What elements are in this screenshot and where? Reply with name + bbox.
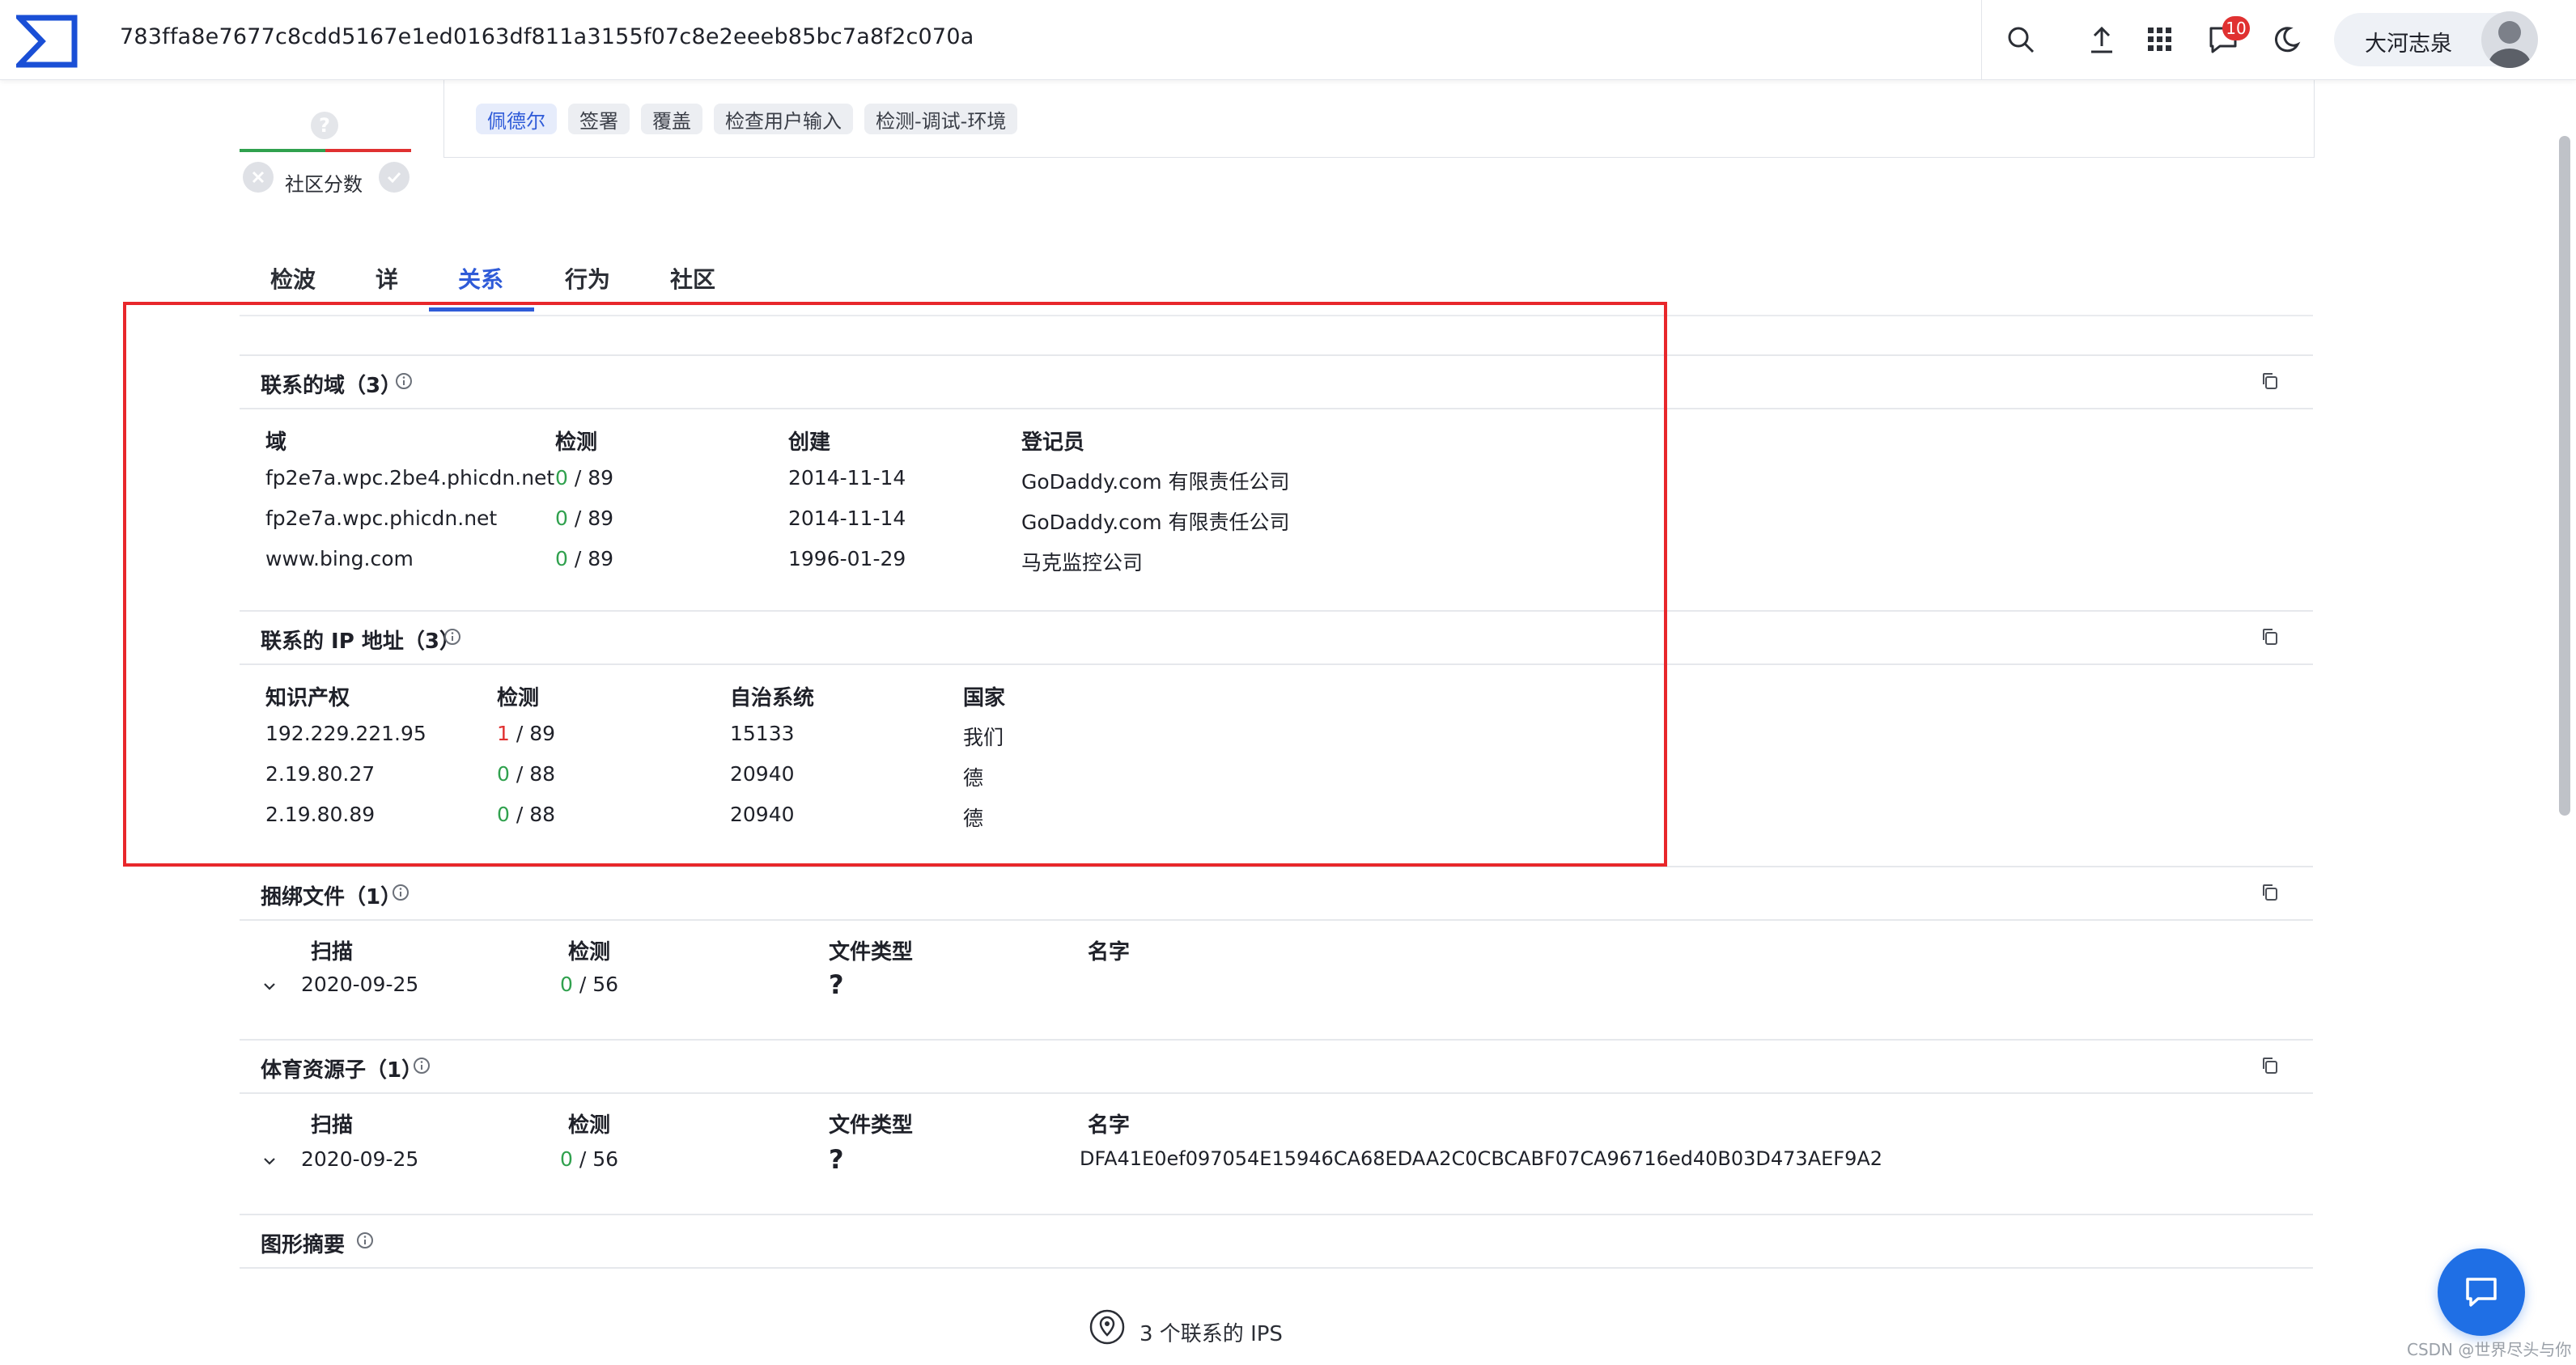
graph-summary-title: 图形摘要: [261, 1233, 346, 1257]
detection-positive: 0: [560, 973, 573, 996]
detection-positive: 0: [560, 1147, 573, 1171]
divider: [240, 1214, 2313, 1215]
detection-ratio: 0 / 56: [560, 1147, 618, 1171]
column-header-name[interactable]: 名字: [1088, 1109, 1130, 1138]
highlight-annotation-box: [123, 302, 1667, 867]
avatar[interactable]: [2481, 11, 2538, 68]
file-type-unknown-icon: ?: [829, 969, 844, 1000]
file-hash-search-field[interactable]: 783ffa8e7677c8cdd5167e1ed0163df811a3155f…: [120, 24, 974, 49]
tag-item[interactable]: 检测-调试-环境: [864, 104, 1018, 134]
virustotal-logo-icon[interactable]: [16, 15, 78, 68]
divider: [240, 1092, 2313, 1094]
column-header-name[interactable]: 名字: [1088, 935, 1130, 965]
scrollbar-thumb[interactable]: [2559, 136, 2570, 816]
top-bar: 783ffa8e7677c8cdd5167e1ed0163df811a3155f…: [0, 0, 2576, 80]
chat-button[interactable]: [2438, 1248, 2525, 1336]
notification-badge: 10: [2222, 16, 2250, 40]
file-type-unknown-icon: ?: [829, 1144, 844, 1175]
divider: [240, 919, 2313, 921]
tab-relations[interactable]: 关系: [458, 262, 503, 295]
user-name[interactable]: 大河志泉: [2365, 26, 2452, 57]
copy-icon[interactable]: [2260, 882, 2281, 903]
detection-total: / 56: [572, 973, 619, 996]
column-header-scan[interactable]: 扫描: [311, 935, 353, 965]
info-icon[interactable]: [392, 884, 410, 901]
file-name[interactable]: DFA41E0ef097054E15946CA68EDAA2C0CBCABF07…: [1080, 1147, 1882, 1170]
tab-behavior[interactable]: 行为: [565, 262, 610, 295]
community-score-value: ?: [311, 112, 338, 139]
location-pin-icon: [1089, 1309, 1125, 1345]
divider: [1981, 0, 1982, 79]
chevron-down-icon[interactable]: [261, 1152, 278, 1170]
copy-icon[interactable]: [2260, 1055, 2281, 1076]
tag-item[interactable]: 覆盖: [641, 104, 702, 134]
pe-resource-children-title: 体育资源子（1）: [261, 1058, 423, 1083]
detection-total: / 56: [572, 1147, 619, 1171]
column-header-detections[interactable]: 检测: [568, 935, 610, 965]
tag-item[interactable]: 签署: [568, 104, 630, 134]
column-header-file-type[interactable]: 文件类型: [829, 1109, 913, 1138]
scan-date: 2020-09-25: [301, 1147, 419, 1171]
divider: [240, 1267, 2313, 1269]
chevron-down-icon[interactable]: [261, 977, 278, 995]
tag-item[interactable]: 佩德尔: [476, 104, 557, 134]
tab-community[interactable]: 社区: [670, 262, 715, 295]
tab-details[interactable]: 详: [376, 262, 398, 295]
moon-icon[interactable]: [2268, 21, 2305, 58]
search-icon[interactable]: [2002, 21, 2039, 58]
apps-grid-icon[interactable]: [2141, 21, 2179, 58]
upload-icon[interactable]: [2083, 21, 2120, 58]
chat-bubble-icon: [2466, 1278, 2497, 1307]
vote-harmless-button[interactable]: [379, 162, 410, 193]
divider: [240, 1039, 2313, 1041]
column-header-file-type[interactable]: 文件类型: [829, 935, 913, 965]
watermark: CSDN @世界尽头与你: [2407, 1340, 2572, 1359]
column-header-scan[interactable]: 扫描: [311, 1109, 353, 1138]
column-header-detections[interactable]: 检测: [568, 1109, 610, 1138]
copy-icon[interactable]: [2260, 371, 2281, 392]
copy-icon[interactable]: [2260, 626, 2281, 647]
community-score-label: 社区分数: [285, 173, 363, 196]
info-icon[interactable]: [356, 1231, 374, 1249]
detection-ratio: 0 / 56: [560, 973, 618, 996]
score-bar-malicious: [325, 149, 411, 152]
info-icon[interactable]: [413, 1057, 431, 1075]
score-bar-harmless: [240, 149, 325, 152]
tag-item[interactable]: 检查用户输入: [714, 104, 853, 134]
tab-detection[interactable]: 检波: [270, 262, 316, 295]
vote-malicious-button[interactable]: [243, 162, 274, 193]
bundled-files-title: 捆绑文件（1）: [261, 885, 402, 909]
contacted-ips-graph-label[interactable]: 3 个联系的 IPS: [1139, 1317, 1283, 1347]
scan-date: 2020-09-25: [301, 973, 419, 996]
